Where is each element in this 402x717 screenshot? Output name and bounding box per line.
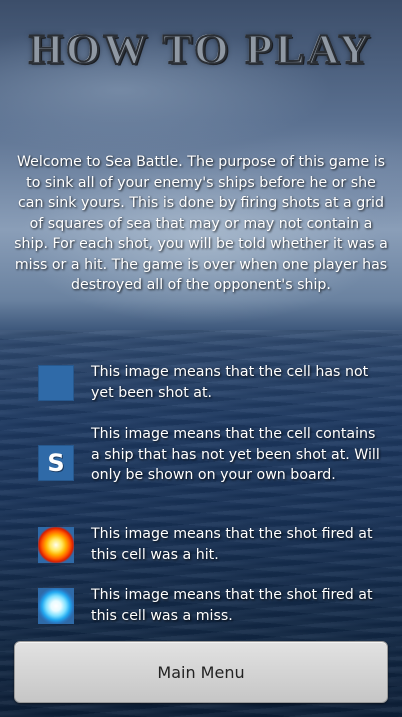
hit-cell-icon <box>38 527 74 563</box>
legend-text-ship: This image means that the cell contains … <box>91 426 380 483</box>
ship-cell-icon: S <box>38 445 74 481</box>
legend-text-empty: This image means that the cell has not y… <box>91 364 369 401</box>
legend-text-hit: This image means that the shot fired at … <box>91 526 373 563</box>
page-title: HOW TO PLAY <box>28 25 374 73</box>
main-menu-button[interactable]: Main Menu <box>14 641 388 703</box>
ship-cell-letter: S <box>47 449 65 477</box>
title-banner: HOW TO PLAY <box>20 22 382 76</box>
legend-text-miss: This image means that the shot fired at … <box>91 587 373 624</box>
empty-cell-icon <box>38 365 74 401</box>
miss-cell-icon <box>38 588 74 624</box>
intro-text: Welcome to Sea Battle. The purpose of th… <box>14 154 388 293</box>
